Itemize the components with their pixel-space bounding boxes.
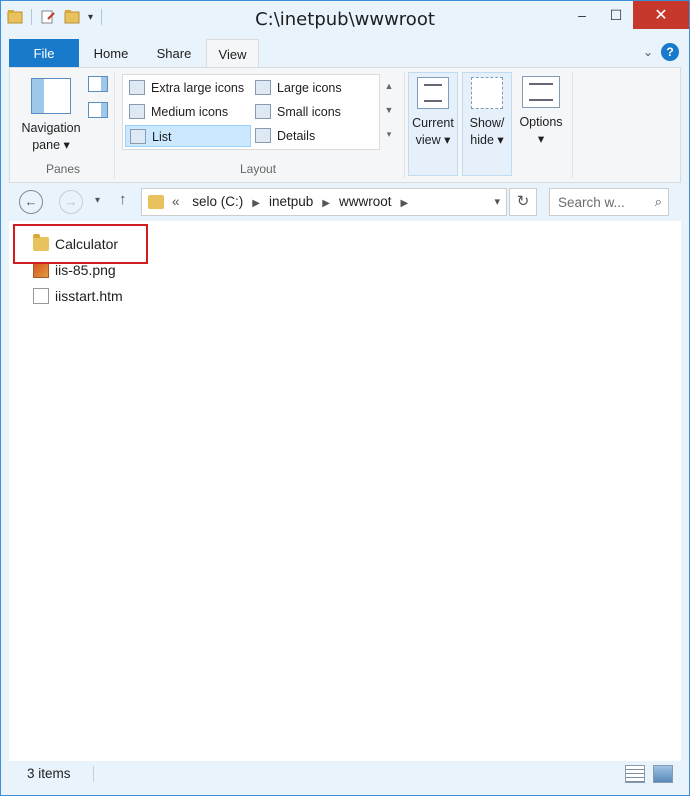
breadcrumb: « selo (C:) ▶ inetpub ▶ wwwroot ▶ [172,194,417,209]
layout-group-label: Layout [240,162,277,176]
show-hide-label-line1: Show/ [469,116,505,130]
layout-scroll: ▲ ▼ ▾ [382,74,396,150]
current-view-label-line1: Current [412,116,454,130]
file-list: Calculator iis-85.png iisstart.htm [9,221,681,761]
window-controls: – ☐ ✕ [565,1,689,29]
tab-share[interactable]: Share [146,39,202,67]
navigation-pane-icon [31,78,71,114]
ribbon-tabs: File Home Share View ⌄ ? [1,39,689,68]
search-input[interactable]: Search w... [558,195,625,210]
current-view-label-line2: view ▾ [415,133,451,147]
file-name: iisstart.htm [55,288,123,304]
layout-item-label: Details [277,129,316,143]
maximize-button[interactable]: ☐ [599,1,633,29]
list-icon [130,129,146,144]
file-name: iis-85.png [55,262,116,278]
help-button[interactable]: ? [661,43,679,61]
breadcrumb-chevron-icon[interactable]: ▶ [252,198,260,209]
layout-large-icons[interactable]: Large icons [251,77,377,99]
status-bar: 3 items [9,763,681,787]
htm-file-icon [33,288,49,304]
breadcrumb-overflow[interactable]: « [172,194,180,209]
folder-icon [148,195,164,209]
png-file-icon [33,262,49,278]
show-hide-label-line2: hide ▾ [470,133,504,147]
options-button[interactable]: Options ▾ [514,72,568,176]
layout-item-label: List [152,130,172,144]
small-icons-icon [255,104,271,119]
layout-list[interactable]: List [125,125,251,147]
recent-locations-icon[interactable]: ▾ [95,195,100,206]
breadcrumb-wwwroot[interactable]: wwwroot [339,194,392,209]
close-button[interactable]: ✕ [633,1,689,29]
tab-view[interactable]: View [206,39,259,68]
navigation-bar: ← → ▾ ↑ « selo (C:) ▶ inetpub ▶ wwwroot ▶ ▾ ↻… [9,187,681,217]
options-label-line1: Options [519,115,563,129]
refresh-button[interactable]: ↻ [509,188,537,216]
group-separator [114,72,115,178]
minimize-button[interactable]: – [565,1,599,29]
show-hide-icon [471,77,503,109]
show-hide-button[interactable]: Show/ hide ▾ [462,72,512,176]
extra-large-icons-icon [129,80,145,95]
layout-item-label: Small icons [277,105,341,119]
layout-details[interactable]: Details [251,125,377,147]
more-layouts-icon[interactable]: ▾ [382,122,396,146]
breadcrumb-chevron-icon[interactable]: ▶ [322,198,330,209]
options-label-line2: ▾ [537,132,545,146]
highlight-box [13,224,148,264]
large-icons-icon [255,80,271,95]
status-separator [93,766,94,782]
search-box[interactable]: Search w... ⌕ [549,188,669,216]
breadcrumb-drive[interactable]: selo (C:) [192,194,243,209]
navigation-pane-label-line2: pane ▾ [32,138,70,152]
item-count: 3 items [27,766,71,781]
layout-item-label: Large icons [277,81,342,95]
search-icon[interactable]: ⌕ [655,194,662,210]
current-view-button[interactable]: Current view ▾ [408,72,458,176]
list-item-iisstart-htm[interactable]: iisstart.htm [25,285,123,307]
preview-pane-icon[interactable] [88,76,108,92]
layout-extra-large-icons[interactable]: Extra large icons [125,77,251,99]
layout-item-label: Medium icons [151,105,229,119]
scroll-down-icon[interactable]: ▼ [382,98,396,122]
group-separator [404,72,405,178]
title-bar: ▾ C:\inetpub\wwwroot – ☐ ✕ [1,1,689,39]
scroll-up-icon[interactable]: ▲ [382,74,396,98]
ribbon-collapse-icon[interactable]: ⌄ [643,45,653,59]
group-separator [572,72,573,178]
panes-group-label: Panes [46,162,81,176]
up-button[interactable]: ↑ [119,191,127,208]
layout-item-label: Extra large icons [151,81,245,95]
layout-gallery: Extra large icons Large icons Medium ico… [122,74,380,150]
details-pane-icon[interactable] [88,102,108,118]
forward-button[interactable]: → [59,190,83,214]
medium-icons-icon [129,104,145,119]
details-icon [255,128,271,143]
tab-home[interactable]: Home [83,39,139,67]
navigation-pane-label-line1: Navigation [21,121,81,135]
navigation-pane-button[interactable]: Navigation pane ▾ [16,74,86,154]
ribbon: Navigation pane ▾ Panes Extra large icon… [9,67,681,183]
breadcrumb-inetpub[interactable]: inetpub [269,194,313,209]
layout-small-icons[interactable]: Small icons [251,101,377,123]
layout-medium-icons[interactable]: Medium icons [125,101,251,123]
large-icons-view-icon[interactable] [653,765,673,783]
explorer-window: ▾ C:\inetpub\wwwroot – ☐ ✕ File Home Sha… [0,0,690,796]
current-view-icon [417,77,449,109]
details-view-icon[interactable] [625,765,645,783]
breadcrumb-chevron-icon[interactable]: ▶ [401,198,409,209]
options-icon [522,76,560,108]
address-dropdown-icon[interactable]: ▾ [494,195,500,208]
tab-file[interactable]: File [9,39,79,67]
address-bar[interactable]: « selo (C:) ▶ inetpub ▶ wwwroot ▶ ▾ [141,188,507,216]
back-button[interactable]: ← [19,190,43,214]
